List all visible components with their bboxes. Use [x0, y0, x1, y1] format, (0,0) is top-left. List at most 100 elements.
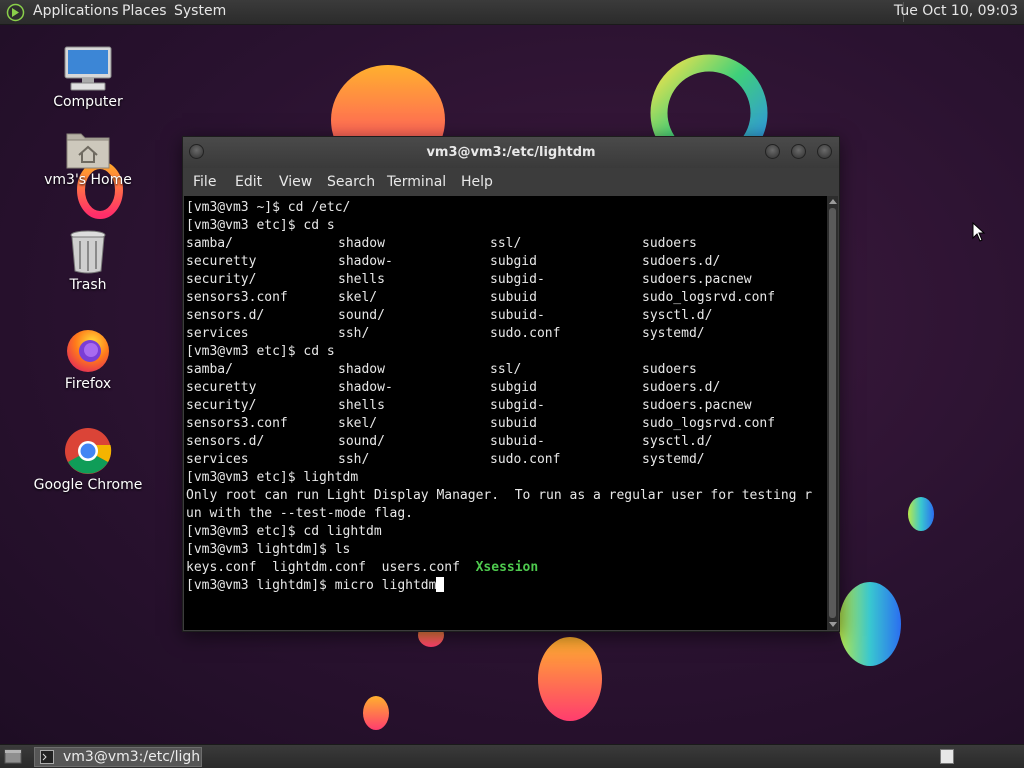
listing-entry: securetty — [186, 380, 257, 395]
places-menu[interactable]: Places — [122, 3, 167, 19]
desktop-icon-trash[interactable]: Trash — [33, 229, 143, 293]
listing-entry: sound/ — [338, 308, 385, 323]
listing-entry: sudoers.pacnew — [642, 398, 752, 413]
listing-entry: sudo.conf — [490, 326, 561, 341]
executable-file: Xsession — [475, 560, 539, 575]
listing-entry: sudoers — [642, 236, 697, 251]
listing-entry: shadow — [338, 236, 385, 251]
listing-entry: services — [186, 452, 249, 467]
scroll-down-icon[interactable] — [829, 622, 837, 627]
listing-entry: skel/ — [338, 290, 378, 305]
listing-entry: subuid- — [490, 308, 545, 323]
terminal-line: samba/shadow ssl/sudoers — [186, 235, 828, 253]
menu-terminal[interactable]: Terminal — [387, 174, 446, 190]
terminal-line: un with the --test-mode flag. — [186, 505, 828, 523]
maximize-icon[interactable] — [791, 144, 806, 159]
terminal-text: [vm3@vm3 etc]$ lightdm — [186, 470, 359, 485]
listing-entry: sound/ — [338, 434, 385, 449]
clock[interactable]: Tue Oct 10, 09:03 — [894, 3, 1018, 19]
close-icon[interactable] — [817, 144, 832, 159]
listing-entry: services — [186, 326, 249, 341]
desktop-icon-label: Firefox — [64, 376, 112, 392]
applications-menu-icon[interactable] — [6, 3, 25, 22]
scroll-up-icon[interactable] — [829, 199, 837, 204]
firefox-icon — [67, 330, 109, 372]
terminal-scrollbar[interactable] — [827, 196, 838, 630]
home-folder-icon — [66, 133, 110, 169]
menu-view[interactable]: View — [279, 174, 312, 190]
listing-entry: sudo_logsrvd.conf — [642, 416, 776, 431]
system-menu[interactable]: System — [174, 3, 226, 19]
menu-search[interactable]: Search — [327, 174, 375, 190]
terminal-line: [vm3@vm3 etc]$ cd s — [186, 343, 828, 361]
terminal-window[interactable]: vm3@vm3:/etc/lightdm File Edit View Sear… — [182, 136, 840, 632]
desktop-icon-chrome[interactable]: Google Chrome — [33, 427, 143, 493]
terminal-line: [vm3@vm3 lightdm]$ micro lightdm — [186, 577, 828, 595]
listing-entry: shells — [338, 272, 385, 287]
terminal-line: Only root can run Light Display Manager.… — [186, 487, 828, 505]
listing-entry: sudo.conf — [490, 452, 561, 467]
terminal-line: sensors3.conf skel/subuid sudo_logsrvd.con… — [186, 289, 828, 307]
desktop-icon-label: Trash — [69, 277, 107, 293]
terminal-text: [vm3@vm3 lightdm]$ ls — [186, 542, 351, 557]
listing-entry: ssl/ — [490, 362, 522, 377]
terminal-text: [vm3@vm3 ~]$ cd /etc/ — [186, 200, 351, 215]
applications-menu[interactable]: Applications — [33, 3, 119, 19]
terminal-text: [vm3@vm3 etc]$ cd s — [186, 218, 335, 233]
terminal-line: security/shells subgid-sudoers.pacnew — [186, 397, 828, 415]
terminal-output[interactable]: [vm3@vm3 ~]$ cd /etc/ [vm3@vm3 etc]$ cd s… — [184, 196, 828, 630]
terminal-text: [vm3@vm3 etc]$ cd s — [186, 344, 335, 359]
workspace-switcher[interactable] — [940, 749, 954, 764]
listing-entry: subgid- — [490, 398, 545, 413]
window-menu-icon[interactable] — [189, 144, 204, 159]
menu-edit[interactable]: Edit — [235, 174, 262, 190]
terminal-line: sensors3.conf skel/subuid sudo_logsrvd.con… — [186, 415, 828, 433]
menu-file[interactable]: File — [193, 174, 216, 190]
listing-entry: samba/ — [186, 236, 233, 251]
chrome-icon — [65, 428, 112, 474]
listing-entry: shadow- — [338, 254, 393, 269]
terminal-line: securetty shadow-subgid sudoers.d/ — [186, 379, 828, 397]
terminal-line: sensors.d/sound/subuid-sysctl.d/ — [186, 433, 828, 451]
taskbar-label: vm3@vm3:/etc/ligh... — [63, 749, 202, 765]
computer-icon — [64, 46, 112, 91]
window-titlebar[interactable]: vm3@vm3:/etc/lightdm — [183, 137, 839, 168]
listing-entry: subgid — [490, 380, 537, 395]
text-cursor — [436, 577, 445, 592]
listing-entry: sysctl.d/ — [642, 308, 713, 323]
desktop-icon-computer[interactable]: Computer — [33, 46, 143, 110]
terminal-line: samba/shadow ssl/sudoers — [186, 361, 828, 379]
listing-entry: samba/ — [186, 362, 233, 377]
menu-help[interactable]: Help — [461, 174, 493, 190]
terminal-text: un with the --test-mode flag. — [186, 506, 413, 521]
listing-entry: systemd/ — [642, 452, 705, 467]
desktop-icon-firefox[interactable]: Firefox — [33, 326, 143, 392]
mouse-pointer-icon — [972, 222, 986, 242]
taskbar-terminal-button[interactable]: vm3@vm3:/etc/ligh... — [34, 747, 202, 767]
desktop-icon-label: Computer — [53, 94, 123, 110]
listing-entry: subgid- — [490, 272, 545, 287]
listing-entry: sudoers.d/ — [642, 380, 721, 395]
desktop-icon-label: vm3's Home — [44, 172, 132, 188]
scrollbar-thumb[interactable] — [829, 208, 836, 618]
listing-entry: sudoers.d/ — [642, 254, 721, 269]
listing-entry: ssh/ — [338, 326, 370, 341]
listing-entry: sudoers.pacnew — [642, 272, 752, 287]
show-desktop-icon[interactable] — [4, 748, 22, 765]
terminal-line: services ssh/sudo.conf systemd/ — [186, 325, 828, 343]
desktop-icon-label: Google Chrome — [33, 477, 143, 493]
terminal-line: securetty shadow-subgid sudoers.d/ — [186, 253, 828, 271]
listing-entry: sudoers — [642, 362, 697, 377]
terminal-text: [vm3@vm3 etc]$ cd lightdm — [186, 524, 382, 539]
terminal-line: security/shells subgid-sudoers.pacnew — [186, 271, 828, 289]
terminal-line: services ssh/sudo.conf systemd/ — [186, 451, 828, 469]
minimize-icon[interactable] — [765, 144, 780, 159]
terminal-line: sensors.d/sound/subuid-sysctl.d/ — [186, 307, 828, 325]
terminal-line: [vm3@vm3 etc]$ cd s — [186, 217, 828, 235]
terminal-icon — [40, 750, 54, 764]
listing-entry: sysctl.d/ — [642, 434, 713, 449]
terminal-line: [vm3@vm3 etc]$ cd lightdm — [186, 523, 828, 541]
bottom-panel: vm3@vm3:/etc/ligh... — [0, 744, 1024, 768]
listing-entry: security/ — [186, 272, 257, 287]
desktop-icon-home[interactable]: vm3's Home — [33, 128, 143, 188]
